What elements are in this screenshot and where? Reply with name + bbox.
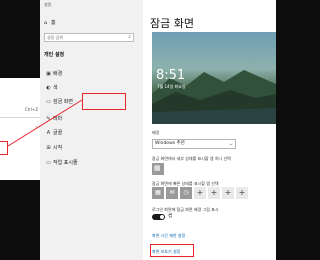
window-title: 설정 (44, 2, 52, 7)
highlight-box (0, 141, 8, 155)
nav-item-start[interactable]: ⊞ 시작 (44, 143, 136, 153)
detail-status-label: 잠금 화면에서 세부 상태를 표시할 앱 하나 선택 (152, 156, 231, 161)
context-menu-item[interactable] (0, 78, 40, 88)
plus-icon: + (210, 188, 218, 197)
plus-icon: + (224, 188, 232, 197)
plus-icon: + (238, 188, 246, 197)
palette-icon: ◐ (46, 85, 51, 91)
settings-nav-pane: 설정 ⌂ 홈 설정 검색 ⌕ 개인 설정 ▣ 배경 ◐ 색 ▭ 잠금 화면 ✎ 테마 (40, 0, 143, 260)
context-menu-item[interactable]: Ctrl+Z (0, 105, 40, 115)
screen-timeout-link[interactable]: 화면 시간 제한 설정 (152, 233, 185, 239)
page-title: 잠금 화면 (150, 17, 194, 30)
highlight-box (150, 244, 194, 257)
start-icon: ⊞ (46, 145, 51, 151)
add-app-tile[interactable]: + (222, 187, 234, 199)
nav-item-color[interactable]: ◐ 색 (44, 83, 136, 93)
highlight-box (82, 93, 126, 110)
screenshot-canvas: Ctrl+Z › 설정 ⌂ 홈 설정 검색 ⌕ 개인 설정 ▣ 배경 ◐ 색 ▭… (0, 0, 276, 260)
menu-divider (0, 117, 40, 118)
add-app-tile[interactable]: + (208, 187, 220, 199)
preview-date: 7월 14일 화요일 (157, 84, 186, 89)
nav-item-background[interactable]: ▣ 배경 (44, 69, 136, 79)
search-input[interactable]: 설정 검색 ⌕ (44, 33, 134, 42)
preview-time: 8:51 (156, 68, 186, 83)
shortcut-text: Ctrl+Z (24, 107, 38, 112)
signin-background-toggle[interactable] (152, 214, 165, 220)
quick-app-tile[interactable]: ✉ (166, 187, 178, 199)
lock-screen-icon: ▭ (46, 99, 51, 105)
chevron-right-icon: › (35, 124, 37, 129)
nav-item-fonts[interactable]: A 글꼴 (44, 128, 136, 138)
settings-content-pane: 잠금 화면 8:51 7월 14일 화요일 배경 Windows 추천 ⌄ 잠금… (146, 0, 276, 260)
alarm-icon: ◷ (183, 189, 189, 196)
quick-app-tile[interactable]: ▦ (152, 187, 164, 199)
settings-window: 설정 ⌂ 홈 설정 검색 ⌕ 개인 설정 ▣ 배경 ◐ 색 ▭ 잠금 화면 ✎ 테마 (40, 0, 276, 260)
add-app-tile[interactable]: + (236, 187, 248, 199)
context-menu-item[interactable]: › (0, 122, 40, 132)
home-icon: ⌂ (44, 20, 48, 26)
mail-icon: ✉ (169, 189, 175, 196)
nav-item-taskbar[interactable]: ▭ 작업 표시줄 (44, 158, 136, 168)
taskbar-icon: ▭ (46, 160, 51, 166)
quick-status-tiles: ▦ ✉ ◷ + + + + (152, 187, 276, 199)
background-label: 배경 (152, 130, 160, 135)
nav-home[interactable]: ⌂ 홈 (44, 19, 56, 26)
image-icon: ▣ (46, 71, 51, 77)
search-icon: ⌕ (128, 34, 131, 40)
calendar-icon: ▦ (155, 189, 161, 196)
detail-app-tile[interactable]: ▦ (152, 163, 164, 175)
nav-section-title: 개인 설정 (44, 52, 65, 58)
chevron-down-icon: ⌄ (228, 141, 233, 147)
lock-screen-preview: 8:51 7월 14일 화요일 (152, 32, 276, 124)
calendar-icon: ▦ (154, 164, 161, 172)
toggle-knob (160, 215, 164, 219)
font-icon: A (46, 130, 51, 136)
add-app-tile[interactable]: + (194, 187, 206, 199)
brush-icon: ✎ (46, 116, 51, 122)
context-menu-fragment: Ctrl+Z › (0, 78, 40, 180)
quick-app-tile[interactable]: ◷ (180, 187, 192, 199)
toggle-state-text: 켬 (168, 214, 173, 219)
nav-item-theme[interactable]: ✎ 테마 (44, 114, 136, 124)
background-dropdown[interactable]: Windows 추천 ⌄ (152, 139, 236, 149)
plus-icon: + (196, 188, 204, 197)
